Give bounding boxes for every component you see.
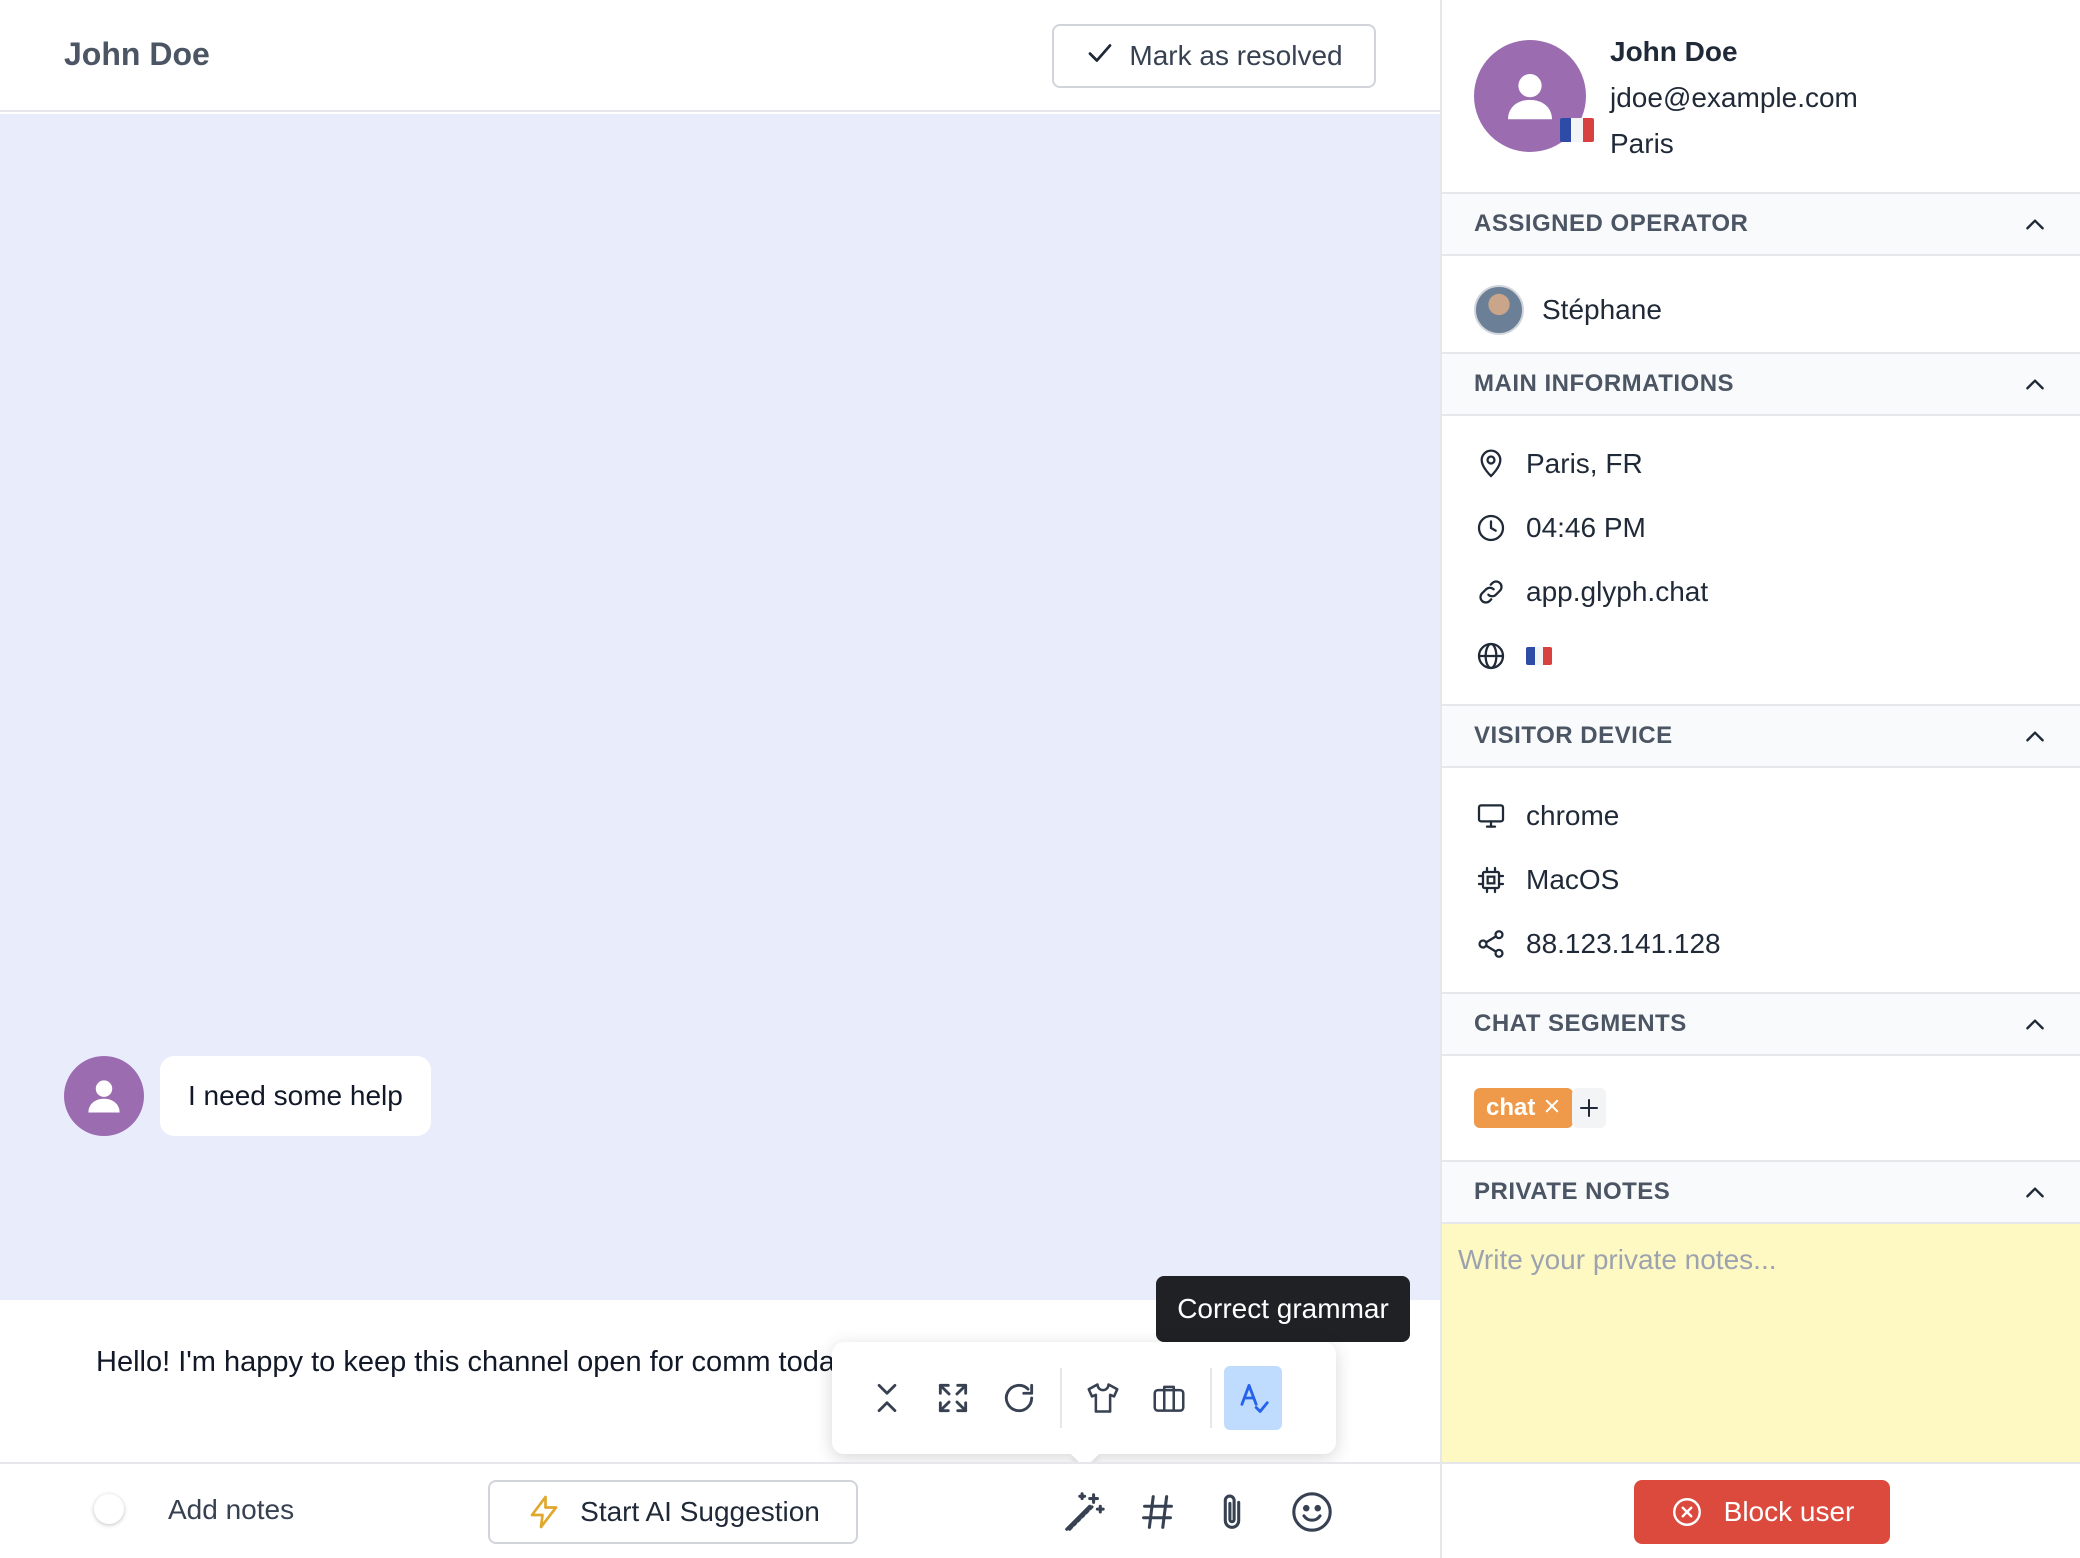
mark-resolved-label: Mark as resolved <box>1129 40 1343 71</box>
os-value: MacOS <box>1526 864 1620 895</box>
collapse-icon <box>877 1383 897 1413</box>
correct-grammar-tooltip: Correct grammar <box>1156 1276 1410 1342</box>
visitor-city: Paris <box>1610 128 1674 159</box>
start-ai-suggestion-button[interactable]: Start AI Suggestion <box>488 1480 858 1544</box>
start-ai-suggestion-label: Start AI Suggestion <box>580 1496 820 1527</box>
conversation-title: John Doe <box>64 36 210 72</box>
segment-tag[interactable]: chat <box>1474 1088 1574 1128</box>
add-segment-button[interactable] <box>1572 1088 1606 1128</box>
section-main-informations[interactable]: MAIN INFORMATIONS <box>1442 352 2080 416</box>
chevron-up-icon[interactable] <box>2022 212 2048 238</box>
check-icon <box>1085 38 1115 75</box>
assigned-operator-row[interactable]: Stéphane <box>1474 284 1662 336</box>
section-title: VISITOR DEVICE <box>1474 722 1673 749</box>
user-icon <box>1508 74 1552 120</box>
mark-resolved-button[interactable]: Mark as resolved <box>1052 24 1376 88</box>
france-flag-icon <box>1526 647 1552 665</box>
share-icon <box>1474 927 1508 961</box>
section-title: PRIVATE NOTES <box>1474 1178 1671 1205</box>
cpu-icon <box>1474 863 1508 897</box>
message-list[interactable]: I need some help <box>0 114 1440 1300</box>
globe-icon <box>1474 639 1508 673</box>
section-private-notes[interactable]: PRIVATE NOTES <box>1442 1160 2080 1224</box>
shorten-button[interactable] <box>858 1366 916 1430</box>
chevron-up-icon[interactable] <box>2022 724 2048 750</box>
conversation-pane: John Doe Mark as resolved I need some he… <box>0 0 1440 1558</box>
lightning-icon <box>530 1495 558 1529</box>
private-notes-input[interactable] <box>1442 1224 2080 1462</box>
location-row: Paris, FR <box>1474 444 1643 484</box>
expand-button[interactable] <box>924 1366 982 1430</box>
section-title: CHAT SEGMENTS <box>1474 1010 1687 1037</box>
monitor-icon <box>1474 799 1508 833</box>
section-visitor-device[interactable]: VISITOR DEVICE <box>1442 704 2080 768</box>
chevron-up-icon[interactable] <box>2022 372 2048 398</box>
website-row[interactable]: app.glyph.chat <box>1474 572 1708 612</box>
plus-icon <box>1580 1099 1598 1117</box>
browser-value: chrome <box>1526 800 1620 831</box>
local-time-row: 04:46 PM <box>1474 508 1646 548</box>
hashtag-icon[interactable] <box>1130 1484 1186 1540</box>
composer-text-content: Hello! I'm happy to keep this channel op… <box>96 1346 866 1378</box>
block-user-label: Block user <box>1723 1496 1855 1527</box>
paperclip-icon[interactable] <box>1204 1484 1260 1540</box>
emoji-icon[interactable] <box>1284 1484 1340 1540</box>
local-time-value: 04:46 PM <box>1526 512 1646 543</box>
rephrase-button[interactable] <box>990 1366 1048 1430</box>
section-title: ASSIGNED OPERATOR <box>1474 210 1749 237</box>
close-icon[interactable] <box>1543 1094 1561 1122</box>
website-value[interactable]: app.glyph.chat <box>1526 576 1708 608</box>
toolbar-divider <box>1210 1368 1212 1428</box>
chevron-up-icon[interactable] <box>2022 1180 2048 1206</box>
panel-footer: Block user <box>1442 1462 2080 1558</box>
message-bubble: I need some help <box>160 1056 431 1136</box>
section-chat-segments[interactable]: CHAT SEGMENTS <box>1442 992 2080 1056</box>
operator-name: Stéphane <box>1542 294 1662 325</box>
browser-row: chrome <box>1474 796 1619 836</box>
user-icon <box>88 1080 120 1113</box>
expand-icon <box>938 1383 968 1413</box>
language-row <box>1474 636 1552 676</box>
briefcase-icon <box>1153 1385 1185 1412</box>
clock-icon <box>1474 511 1508 545</box>
block-icon <box>1672 1498 1701 1526</box>
correct-grammar-button[interactable] <box>1224 1366 1282 1430</box>
operator-avatar <box>1474 285 1524 335</box>
link-icon <box>1474 575 1508 609</box>
visitor-profile: John Doe jdoe@example.com Paris <box>1442 0 2080 192</box>
ip-value: 88.123.141.128 <box>1526 928 1721 959</box>
chevron-up-icon[interactable] <box>2022 1012 2048 1038</box>
composer-actions-bar: Add notes Start AI Suggestion <box>0 1462 1440 1558</box>
tshirt-icon <box>1087 1383 1119 1413</box>
spellcheck-icon <box>1240 1383 1269 1413</box>
os-row: MacOS <box>1474 860 1619 900</box>
refresh-icon <box>1004 1383 1034 1413</box>
casual-tone-button[interactable] <box>1074 1366 1132 1430</box>
ip-row: 88.123.141.128 <box>1474 924 1721 964</box>
add-notes-label: Add notes <box>168 1494 295 1525</box>
toolbar-divider <box>1060 1368 1062 1428</box>
visitor-details-panel: John Doe jdoe@example.com Paris ASSIGNED… <box>1440 0 2080 1558</box>
map-pin-icon <box>1474 447 1508 481</box>
professional-tone-button[interactable] <box>1140 1366 1198 1430</box>
ai-rewrite-toolbar <box>832 1342 1336 1454</box>
france-flag-icon <box>1560 118 1594 142</box>
conversation-header: John Doe Mark as resolved <box>0 0 1440 112</box>
visitor-avatar <box>64 1056 144 1136</box>
visitor-name: John Doe <box>1610 36 1738 67</box>
segment-tag-label: chat <box>1486 1094 1536 1121</box>
block-user-button[interactable]: Block user <box>1634 1480 1890 1544</box>
magic-wand-icon[interactable] <box>1056 1484 1112 1540</box>
visitor-email: jdoe@example.com <box>1610 82 1858 113</box>
section-title: MAIN INFORMATIONS <box>1474 370 1735 397</box>
add-notes-toggle[interactable] <box>94 1494 124 1524</box>
location-value: Paris, FR <box>1526 448 1643 479</box>
section-assigned-operator[interactable]: ASSIGNED OPERATOR <box>1442 192 2080 256</box>
